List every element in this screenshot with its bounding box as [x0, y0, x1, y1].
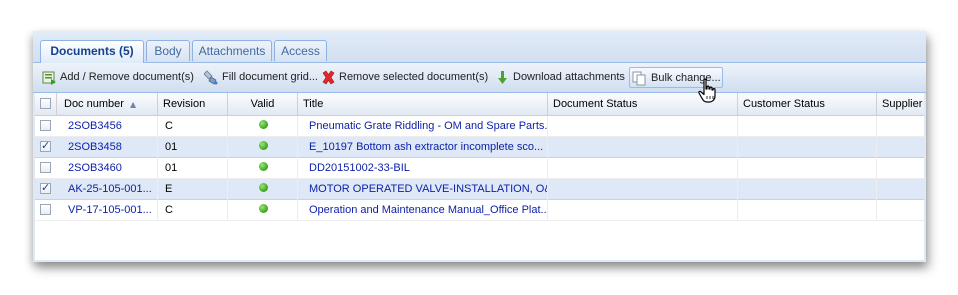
column-divider: [157, 116, 158, 221]
add-remove-label: Add / Remove document(s): [60, 71, 194, 83]
customer-status-cell: [738, 158, 877, 178]
column-doc-number-label: Doc number: [64, 98, 124, 110]
table-row[interactable]: 2SOB3458 01 E_10197 Bottom ash extractor…: [35, 137, 924, 158]
select-all-checkbox[interactable]: [40, 98, 51, 109]
document-status-cell: [548, 179, 738, 199]
sort-ascending-icon: ▲: [129, 100, 137, 109]
download-attachments-button[interactable]: Download attachments: [493, 67, 625, 88]
revision-cell: 01: [165, 141, 178, 153]
row-checkbox[interactable]: [40, 181, 51, 194]
doc-number-link[interactable]: VP-17-105-001...: [63, 200, 158, 220]
customer-status-cell: [738, 137, 877, 157]
doc-number-link[interactable]: 2SOB3456: [63, 116, 158, 136]
customer-status-cell: [738, 179, 877, 199]
grid-header: Doc number ▲ Revision Valid Title Docume…: [35, 93, 924, 116]
column-customer-status[interactable]: Customer Status: [738, 93, 877, 115]
column-divider: [737, 116, 738, 221]
document-status-cell: [548, 158, 738, 178]
document-status-cell: [548, 200, 738, 220]
valid-status-icon: [259, 141, 268, 150]
download-arrow-icon: [498, 71, 507, 84]
fill-grid-icon: [204, 70, 218, 85]
select-all-header: [35, 93, 57, 115]
row-checkbox[interactable]: [40, 139, 51, 152]
remove-selected-documents-button[interactable]: Remove selected document(s): [319, 67, 488, 88]
add-remove-documents-button[interactable]: Add / Remove document(s): [40, 67, 194, 88]
document-status-cell: [548, 116, 738, 136]
column-supplier-status[interactable]: Supplier S: [877, 93, 924, 115]
table-row[interactable]: AK-25-105-001... E MOTOR OPERATED VALVE-…: [35, 179, 924, 200]
fill-document-grid-button[interactable]: Fill document grid...: [202, 67, 318, 88]
column-divider: [547, 116, 548, 221]
row-checkbox[interactable]: [40, 120, 51, 131]
download-label: Download attachments: [513, 71, 625, 83]
documents-grid: Doc number ▲ Revision Valid Title Docume…: [35, 93, 924, 260]
tab-strip: Documents (5) Body Attachments Access: [33, 31, 926, 63]
title-link[interactable]: E_10197 Bottom ash extractor incomplete …: [304, 137, 548, 157]
documents-panel: Documents (5) Body Attachments Access Ad…: [33, 31, 926, 262]
doc-number-link[interactable]: 2SOB3458: [63, 137, 158, 157]
tab-access[interactable]: Access: [274, 40, 327, 61]
revision-cell: C: [165, 204, 173, 216]
tab-attachments[interactable]: Attachments: [192, 40, 272, 61]
tab-body[interactable]: Body: [146, 40, 190, 61]
tab-documents[interactable]: Documents (5): [40, 40, 144, 63]
doc-number-link[interactable]: AK-25-105-001...: [63, 179, 158, 199]
valid-status-icon: [259, 120, 268, 129]
doc-number-link[interactable]: 2SOB3460: [63, 158, 158, 178]
table-row[interactable]: VP-17-105-001... C Operation and Mainten…: [35, 200, 924, 221]
hand-cursor-icon: [698, 78, 716, 103]
title-link[interactable]: Operation and Maintenance Manual_Office …: [304, 200, 548, 220]
column-revision[interactable]: Revision: [158, 93, 228, 115]
revision-cell: C: [165, 120, 173, 132]
row-checkbox[interactable]: [40, 162, 51, 173]
supplier-status-cell: [877, 179, 924, 199]
valid-status-icon: [259, 183, 268, 192]
fill-grid-label: Fill document grid...: [222, 71, 318, 83]
customer-status-cell: [738, 116, 877, 136]
table-row[interactable]: 2SOB3460 01 DD20151002-33-BIL: [35, 158, 924, 179]
pages-icon: [632, 71, 646, 86]
column-divider: [297, 116, 298, 221]
supplier-status-cell: [877, 200, 924, 220]
column-divider: [876, 116, 877, 221]
document-status-cell: [548, 137, 738, 157]
column-doc-number[interactable]: Doc number ▲: [57, 93, 158, 115]
column-divider: [227, 116, 228, 221]
title-link[interactable]: DD20151002-33-BIL: [304, 158, 548, 178]
column-valid[interactable]: Valid: [228, 93, 298, 115]
revision-cell: 01: [165, 162, 178, 174]
valid-status-icon: [259, 204, 268, 213]
revision-cell: E: [165, 183, 173, 195]
valid-status-icon: [259, 162, 268, 171]
title-link[interactable]: Pneumatic Grate Riddling - OM and Spare …: [304, 116, 548, 136]
row-checkbox[interactable]: [40, 204, 51, 215]
title-link[interactable]: MOTOR OPERATED VALVE-INSTALLATION, O&...: [304, 179, 548, 199]
supplier-status-cell: [877, 158, 924, 178]
add-remove-icon: [42, 71, 56, 85]
customer-status-cell: [738, 200, 877, 220]
table-row[interactable]: 2SOB3456 C Pneumatic Grate Riddling - OM…: [35, 116, 924, 137]
supplier-status-cell: [877, 137, 924, 157]
supplier-status-cell: [877, 116, 924, 136]
remove-selected-label: Remove selected document(s): [339, 71, 489, 83]
column-title[interactable]: Title: [298, 93, 548, 115]
toolbar: Add / Remove document(s) Fill document g…: [33, 63, 926, 93]
red-x-icon: [322, 70, 335, 85]
